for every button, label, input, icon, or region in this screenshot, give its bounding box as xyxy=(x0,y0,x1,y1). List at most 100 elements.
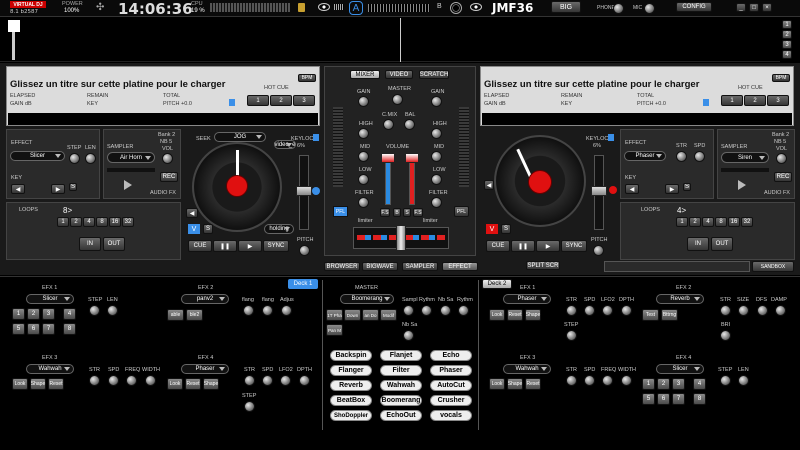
right-filter-knob[interactable] xyxy=(431,197,442,208)
rfx-efx4-btn-6[interactable]: 6 xyxy=(657,393,670,405)
bigwave-tab[interactable]: BIGWAVE xyxy=(362,262,398,271)
rfx-efx2-btn-bttrng[interactable]: Bttrng xyxy=(661,309,678,321)
lfx-efx3-freq-knob[interactable] xyxy=(126,375,137,386)
lfx-efx3-btn-shape[interactable]: Shape xyxy=(30,378,46,390)
left-play-button[interactable]: ▶ xyxy=(238,240,262,252)
mic-knob[interactable] xyxy=(644,3,655,14)
left-key-up[interactable]: ▶ xyxy=(51,184,65,194)
left-sampler-play-icon[interactable] xyxy=(124,180,132,190)
effect-tab[interactable]: EFFECT xyxy=(442,262,478,271)
left-sync-button[interactable]: SYNC xyxy=(263,240,289,252)
left-pitch-slider-handle[interactable] xyxy=(296,186,312,196)
rfx-efx1-btn-shape[interactable]: Shape xyxy=(525,309,541,321)
rfx-efx1-step-knob[interactable] xyxy=(566,330,577,341)
right-pause-button[interactable]: ❚❚ xyxy=(511,240,535,252)
fx-flanjet[interactable]: Flanjet xyxy=(380,350,422,361)
video-tab[interactable]: VIDEO xyxy=(385,70,413,79)
fx-reverb[interactable]: Reverb xyxy=(330,380,372,391)
rfx-efx2-select[interactable]: Reverb xyxy=(656,294,704,304)
right-pitch-slider-handle[interactable] xyxy=(591,186,607,196)
left-bpm-badge[interactable]: BPM xyxy=(298,74,316,82)
right-mini-wave[interactable] xyxy=(482,113,792,125)
left-sampler-select[interactable]: Air Horn xyxy=(107,152,155,163)
left-loop-in-button[interactable]: IN xyxy=(79,237,101,251)
sandbox-button[interactable]: SANDBOX xyxy=(752,261,794,272)
right-mid-knob[interactable] xyxy=(431,151,442,162)
rhs-1[interactable]: 1 xyxy=(782,20,792,29)
rfx-efx3-freq-knob[interactable] xyxy=(602,375,613,386)
lfx-efx2-btn-2[interactable]: ble2 xyxy=(186,309,203,321)
right-loop-size-32[interactable]: 32 xyxy=(741,217,753,227)
eye-icon-right[interactable] xyxy=(470,3,482,11)
right-pfl-button[interactable]: PFL xyxy=(454,206,469,217)
left-video-select[interactable]: video_e xyxy=(274,140,296,149)
left-rec-button[interactable]: REC xyxy=(160,172,178,182)
lfx-efx3-btn-look[interactable]: Look xyxy=(12,378,28,390)
search-bar[interactable] xyxy=(604,261,750,272)
fx-crusher[interactable]: Crusher xyxy=(430,395,472,406)
cmix-knob[interactable] xyxy=(383,119,394,130)
rfx-efx1-lfo2-knob[interactable] xyxy=(602,305,613,316)
right-hotcue-2[interactable]: 2 xyxy=(744,95,766,106)
lfx-efx1-btn-3[interactable]: 3 xyxy=(42,308,55,320)
fx-beatbox[interactable]: BeatBox xyxy=(330,395,372,406)
mfx-btn-5[interactable]: Pan M xyxy=(326,324,343,336)
left-loop-size-32[interactable]: 32 xyxy=(122,217,134,227)
mfx-knob2[interactable] xyxy=(421,305,432,316)
lfx-efx4-lfo2-knob[interactable] xyxy=(280,375,291,386)
minimize-icon[interactable]: _ xyxy=(736,3,746,12)
right-sampler-select[interactable]: Siren xyxy=(721,152,769,163)
rfx-efx4-btn-5[interactable]: 5 xyxy=(642,393,655,405)
lfx-efx1-btn-2[interactable]: 2 xyxy=(27,308,40,320)
mfx-btn-1[interactable]: 1T Pha xyxy=(326,309,343,321)
right-keylock-lock-icon[interactable] xyxy=(608,134,614,141)
left-loop-out-button[interactable]: OUT xyxy=(103,237,125,251)
fx-autocut[interactable]: AutoCut xyxy=(430,380,472,391)
waveform-area[interactable] xyxy=(0,18,780,62)
right-spd-knob[interactable] xyxy=(694,151,705,162)
lfx-efx2-knob3[interactable] xyxy=(281,305,292,316)
right-pitch-knob[interactable] xyxy=(593,245,604,256)
lfx-efx4-spd-knob[interactable] xyxy=(262,375,273,386)
left-pfl-indicator[interactable] xyxy=(312,187,320,195)
rfx-efx4-btn-8[interactable]: 8 xyxy=(693,393,706,405)
lfx-efx4-step-knob[interactable] xyxy=(244,401,255,412)
right-sync-button[interactable]: SYNC xyxy=(561,240,587,252)
left-loop-size-8[interactable]: 8 xyxy=(96,217,108,227)
right-key-down[interactable]: ◀ xyxy=(625,184,639,194)
left-fs-button[interactable]: F.S xyxy=(380,208,390,217)
fx-echoout[interactable]: EchoOut xyxy=(380,410,422,421)
rfx-efx4-select[interactable]: Slicer xyxy=(656,364,704,374)
lfx-efx1-btn-6[interactable]: 6 xyxy=(27,323,40,335)
right-hotcue-1[interactable]: 1 xyxy=(721,95,743,106)
lfx-efx4-select[interactable]: Phaser xyxy=(181,364,229,374)
rfx-efx2-str-knob[interactable] xyxy=(720,305,731,316)
right-fx-deck-tag[interactable]: Deck 2 xyxy=(482,279,512,289)
rfx-efx4-len-knob[interactable] xyxy=(738,375,749,386)
right-low-knob[interactable] xyxy=(431,174,442,185)
left-hotcue-2[interactable]: 2 xyxy=(270,95,292,106)
right-str-knob[interactable] xyxy=(676,151,687,162)
lfx-efx2-knob2[interactable] xyxy=(262,305,273,316)
rhs-3[interactable]: 3 xyxy=(782,40,792,49)
left-pitch-knob[interactable] xyxy=(299,245,310,256)
left-mid-knob[interactable] xyxy=(358,151,369,162)
right-loop-size-8[interactable]: 8 xyxy=(715,217,727,227)
deck-a-badge[interactable]: A xyxy=(349,1,363,15)
fx-flanger[interactable]: Flanger xyxy=(330,365,372,376)
eye-icon[interactable] xyxy=(318,3,330,11)
fx-wahwah[interactable]: Wahwah xyxy=(380,380,422,391)
crossfader-handle[interactable] xyxy=(396,225,406,251)
mfx-knob1[interactable] xyxy=(403,305,414,316)
right-sampler-vol-knob[interactable] xyxy=(776,153,787,164)
left-jog-side-button[interactable]: ◀ xyxy=(186,208,198,218)
right-rec-button[interactable]: REC xyxy=(774,172,792,182)
rhs-4[interactable]: 4 xyxy=(782,50,792,59)
left-s-button[interactable]: S xyxy=(203,224,213,234)
left-hotcue-1[interactable]: 1 xyxy=(247,95,269,106)
s-button[interactable]: S xyxy=(403,208,411,217)
rfx-efx4-btn-4[interactable]: 4 xyxy=(693,378,706,390)
lfx-efx3-str-knob[interactable] xyxy=(89,375,100,386)
right-loop-size-4[interactable]: 4 xyxy=(702,217,714,227)
right-high-knob[interactable] xyxy=(431,128,442,139)
